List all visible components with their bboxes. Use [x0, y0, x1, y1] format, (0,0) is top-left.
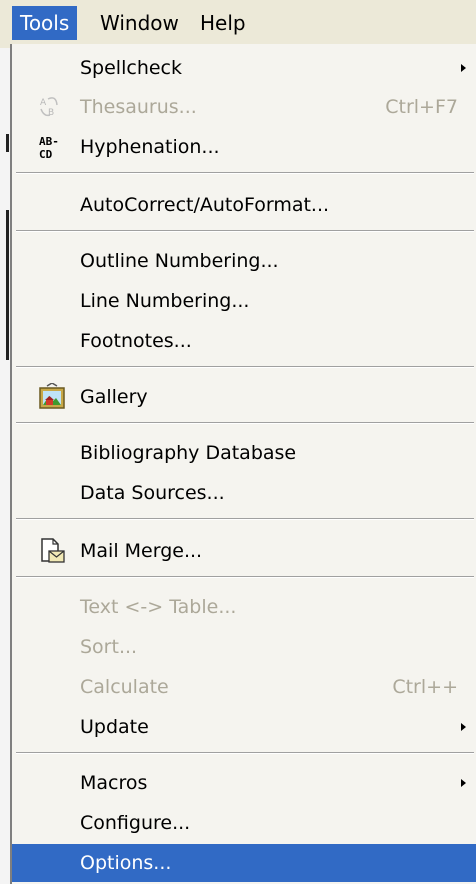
menu-separator: [16, 752, 474, 754]
menu-window[interactable]: Window: [92, 6, 187, 40]
menu-tools[interactable]: Tools: [12, 6, 78, 40]
menu-item-label: Bibliography Database: [80, 442, 297, 464]
menu-item-macros[interactable]: Macros: [12, 764, 476, 802]
menu-item-label: AutoCorrect/AutoFormat...: [80, 194, 330, 216]
svg-text:B: B: [48, 108, 54, 118]
menu-item-thesaurus[interactable]: A B Thesaurus... Ctrl+F7: [12, 88, 476, 126]
svg-text:CD: CD: [39, 148, 53, 161]
menu-item-data-sources[interactable]: Data Sources...: [12, 474, 476, 512]
menu-item-label: Thesaurus...: [80, 96, 197, 118]
menu-separator: [16, 366, 474, 368]
menu-separator: [16, 576, 474, 578]
menu-item-label: Outline Numbering...: [80, 250, 279, 272]
menu-separator: [16, 230, 474, 232]
menu-item-label: Mail Merge...: [80, 540, 203, 562]
menu-item-label: Line Numbering...: [80, 290, 250, 312]
menu-item-footnotes[interactable]: Footnotes...: [12, 322, 476, 360]
menu-item-options[interactable]: Options...: [12, 844, 476, 882]
menu-item-update[interactable]: Update: [12, 708, 476, 746]
submenu-arrow-icon: [461, 64, 466, 72]
menu-separator: [16, 172, 474, 174]
shortcut-label: Ctrl++: [392, 676, 458, 698]
svg-text:A: A: [40, 98, 47, 108]
menu-item-line-numbering[interactable]: Line Numbering...: [12, 282, 476, 320]
hyphenation-icon: AB- CD: [38, 133, 66, 161]
menu-separator: [16, 518, 474, 520]
document-edge: [0, 48, 10, 884]
menu-item-bibliography-database[interactable]: Bibliography Database: [12, 434, 476, 472]
menu-item-label: Calculate: [80, 676, 169, 698]
menu-item-spellcheck[interactable]: Spellcheck: [12, 49, 476, 87]
document-mark: [6, 134, 9, 152]
menu-item-outline-numbering[interactable]: Outline Numbering...: [12, 242, 476, 280]
menu-item-text-table[interactable]: Text <-> Table...: [12, 588, 476, 626]
gallery-icon: [38, 382, 66, 411]
tools-menu: Spellcheck A B Thesaurus... Ctrl+F7 AB- …: [10, 44, 476, 884]
menu-item-label: Update: [80, 716, 149, 738]
submenu-arrow-icon: [461, 779, 466, 787]
menu-item-label: Footnotes...: [80, 330, 192, 352]
menu-item-configure[interactable]: Configure...: [12, 804, 476, 842]
menu-item-label: Hyphenation...: [80, 136, 220, 158]
svg-text:AB-: AB-: [39, 135, 59, 148]
shortcut-label: Ctrl+F7: [385, 96, 458, 118]
menu-item-label: Spellcheck: [80, 57, 182, 79]
menu-item-label: Gallery: [80, 386, 148, 408]
menu-item-mail-merge[interactable]: Mail Merge...: [12, 532, 476, 570]
menu-item-calculate[interactable]: Calculate Ctrl++: [12, 668, 476, 706]
menu-item-label: Configure...: [80, 812, 191, 834]
menu-item-label: Macros: [80, 772, 148, 794]
menu-item-autocorrect[interactable]: AutoCorrect/AutoFormat...: [12, 186, 476, 224]
menu-item-label: Options...: [80, 852, 172, 874]
document-mark: [6, 210, 9, 360]
menu-separator: [16, 422, 474, 424]
menu-bar: Tools Window Help: [0, 0, 476, 48]
thesaurus-icon: A B: [38, 93, 66, 121]
menu-item-hyphenation[interactable]: AB- CD Hyphenation...: [12, 128, 476, 166]
menu-item-label: Text <-> Table...: [80, 596, 237, 618]
submenu-arrow-icon: [461, 723, 466, 731]
mail-merge-icon: [38, 537, 66, 565]
menu-item-label: Data Sources...: [80, 482, 225, 504]
menu-item-label: Sort...: [80, 636, 138, 658]
menu-help[interactable]: Help: [192, 6, 254, 40]
menu-item-sort[interactable]: Sort...: [12, 628, 476, 666]
menu-item-gallery[interactable]: Gallery: [12, 378, 476, 416]
